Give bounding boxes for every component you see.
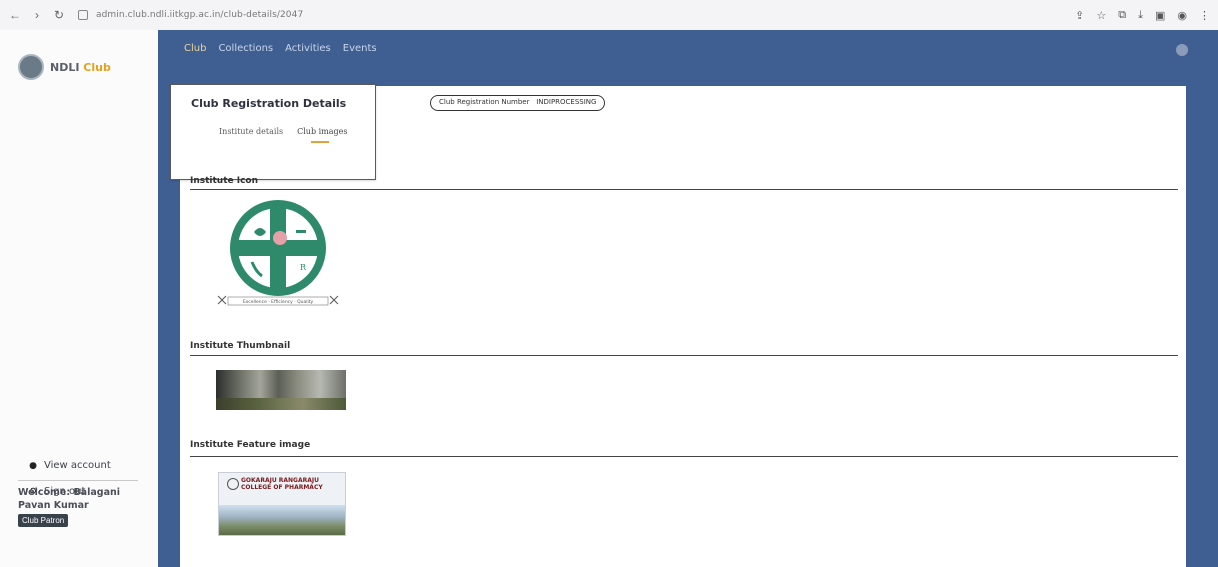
profile-icon[interactable]: ◉ <box>1177 9 1187 22</box>
section-title-thumbnail: Institute Thumbnail <box>190 341 291 351</box>
institute-thumbnail-image <box>216 370 346 410</box>
view-account-label: View account <box>44 460 111 471</box>
registration-value: INDIPROCESSING <box>536 98 597 106</box>
download-icon[interactable]: ⤓ <box>1138 9 1143 22</box>
tab-events[interactable]: Events <box>343 43 377 54</box>
institute-icon-image: R Excellence · Efficiency · Quality <box>217 200 339 306</box>
icon-motto-text: Excellence · Efficiency · Quality <box>243 299 314 305</box>
browser-toolbar: ← › ↻ admin.club.ndli.iitkgp.ac.in/club-… <box>0 0 1218 30</box>
sidebar-divider <box>18 480 138 481</box>
tab-club-images[interactable]: Club images <box>297 127 348 143</box>
share-icon[interactable]: ⇪ <box>1075 9 1084 22</box>
tab-activities[interactable]: Activities <box>285 43 331 54</box>
site-info-icon[interactable] <box>78 10 88 20</box>
top-navbar: Club Collections Activities Events <box>158 30 1218 78</box>
logo-icon <box>18 54 44 80</box>
building-photo <box>219 505 345 535</box>
section-title-feature: Institute Feature image <box>190 440 311 450</box>
section-rule <box>190 456 1178 457</box>
browser-actions: ⇪ ☆ ⧉ ⤓ ▣ ◉ ⋮ <box>1075 9 1210 22</box>
extensions-icon[interactable]: ⧉ <box>1118 9 1126 22</box>
svg-text:R: R <box>300 263 307 272</box>
section-rule <box>190 189 1178 190</box>
registration-details-popup: Club Registration Details Institute deta… <box>170 84 376 180</box>
feature-banner-text: GOKARAJU RANGARAJU COLLEGE OF PHARMACY <box>241 477 323 491</box>
registration-number-badge: Club Registration Number INDIPROCESSING <box>430 95 606 111</box>
registration-label: Club Registration Number <box>439 98 530 106</box>
tab-club[interactable]: Club <box>184 43 206 54</box>
menu-icon[interactable]: ⋮ <box>1199 9 1210 22</box>
popup-title: Club Registration Details <box>191 97 347 110</box>
help-icon[interactable] <box>1176 44 1188 56</box>
brand-name: NDLI Club <box>50 60 111 74</box>
brand-logo[interactable]: NDLI Club <box>18 54 111 80</box>
popup-tabs: Institute details Club images <box>219 127 348 143</box>
address-bar[interactable]: admin.club.ndli.iitkgp.ac.in/club-detail… <box>96 10 303 20</box>
institute-feature-image: GOKARAJU RANGARAJU COLLEGE OF PHARMACY <box>218 472 346 536</box>
role-badge: Club Patron <box>18 514 69 527</box>
section-rule <box>190 355 1178 356</box>
top-tabs: Club Collections Activities Events <box>184 43 377 54</box>
sidepanel-icon[interactable]: ▣ <box>1155 9 1165 22</box>
bookmark-star-icon[interactable]: ☆ <box>1096 9 1106 22</box>
feature-banner: GOKARAJU RANGARAJU COLLEGE OF PHARMACY <box>225 477 341 491</box>
user-icon: ● <box>29 460 37 471</box>
back-icon[interactable]: ← <box>8 8 22 22</box>
tab-institute-details[interactable]: Institute details <box>219 127 283 136</box>
seal-icon <box>227 478 239 490</box>
section-title-icon: Institute Icon <box>190 176 259 186</box>
view-account-link[interactable]: ● View account <box>28 460 111 471</box>
reload-icon[interactable]: ↻ <box>52 8 66 22</box>
tab-collections[interactable]: Collections <box>218 43 273 54</box>
forward-icon[interactable]: › <box>30 8 44 22</box>
welcome-text: Welcome: Balagani Pavan Kumar <box>18 487 120 511</box>
